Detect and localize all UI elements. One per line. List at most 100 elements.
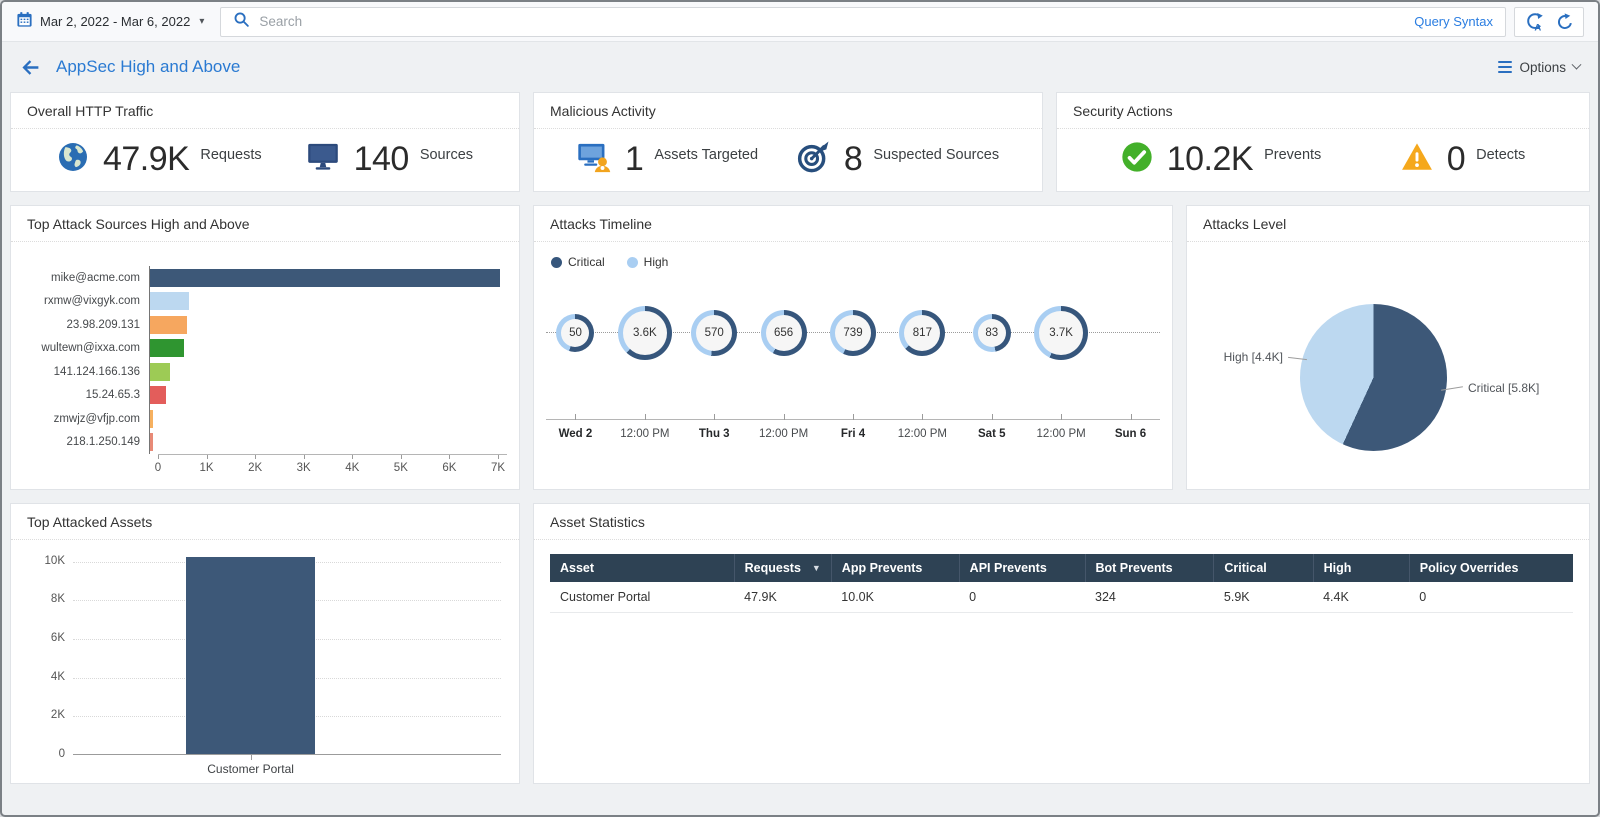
metric-value: 140 <box>354 140 409 179</box>
table-cell: 47.9K <box>734 582 831 613</box>
metric-value: 47.9K <box>103 140 189 179</box>
date-range-picker[interactable]: Mar 2, 2022 - Mar 6, 2022 ▾ <box>16 11 204 33</box>
bar[interactable] <box>150 269 500 287</box>
panel-top-attacked-assets: Top Attacked Assets 02K4K6K8K10K Custome… <box>10 503 520 784</box>
bar-category-label: mike@acme.com <box>23 272 149 284</box>
target-icon <box>796 141 830 178</box>
bar-category-label: wultewn@ixxa.com <box>23 342 149 354</box>
x-tick <box>853 414 854 420</box>
card-title: Security Actions <box>1057 93 1589 128</box>
timeline-donut[interactable]: 83 <box>973 314 1011 352</box>
metric-label: Requests <box>200 147 261 163</box>
charts-row: Top Attack Sources High and Above mike@a… <box>10 205 1590 490</box>
x-tick-label: 12:00 PM <box>898 428 947 440</box>
metric-label: Suspected Sources <box>873 147 999 163</box>
panel-title: Attacks Level <box>1187 206 1589 241</box>
table-header-row: AssetRequests▼App PreventsAPI PreventsBo… <box>550 554 1573 582</box>
bar[interactable] <box>150 433 153 451</box>
page-header: AppSec High and Above Options <box>2 42 1598 92</box>
column-header-critical[interactable]: Critical <box>1214 554 1313 582</box>
bar[interactable] <box>150 386 166 404</box>
timeline-donut[interactable]: 739 <box>830 310 876 356</box>
bar-track <box>149 360 507 384</box>
warning-icon <box>1401 142 1433 177</box>
table-cell: 324 <box>1085 582 1214 613</box>
bar-row: 141.124.166.136 <box>23 360 507 384</box>
x-tick <box>401 455 402 459</box>
bar-category-label: 141.124.166.136 <box>23 366 149 378</box>
bar-row: 23.98.209.131 <box>23 313 507 337</box>
legend-item-high[interactable]: High <box>627 255 669 269</box>
column-header-policy-overrides[interactable]: Policy Overrides <box>1409 554 1573 582</box>
search-input[interactable] <box>259 14 1405 29</box>
column-header-high[interactable]: High <box>1313 554 1409 582</box>
case-search-icon[interactable]: A <box>1524 12 1544 31</box>
y-tick-label: 6K <box>51 632 65 644</box>
x-tick-label: Sat 5 <box>978 428 1006 440</box>
column-header-asset[interactable]: Asset <box>550 554 734 582</box>
query-syntax-link[interactable]: Query Syntax <box>1414 14 1493 29</box>
column-header-bot-prevents[interactable]: Bot Prevents <box>1085 554 1214 582</box>
timeline-donut[interactable]: 50 <box>556 314 594 352</box>
refresh-icon[interactable] <box>1556 13 1574 31</box>
y-tick-label: 4K <box>51 671 65 683</box>
panel-attacks-timeline: Attacks Timeline Critical High 503.6K570… <box>533 205 1173 490</box>
x-category-label: Customer Portal <box>207 762 294 776</box>
bar-track <box>149 384 507 408</box>
metric-value: 8 <box>844 140 862 179</box>
bar[interactable] <box>150 339 184 357</box>
x-tick-label: 4K <box>345 462 359 474</box>
panel-top-attack-sources: Top Attack Sources High and Above mike@a… <box>10 205 520 490</box>
metric-assets-targeted: 1 Assets Targeted <box>577 140 758 179</box>
options-button[interactable]: Options <box>1498 60 1580 75</box>
x-tick <box>992 414 993 420</box>
timeline-donut[interactable]: 817 <box>899 310 945 356</box>
timeline-donut[interactable]: 3.7K <box>1034 306 1088 360</box>
bar[interactable] <box>150 292 189 310</box>
panel-title: Top Attacked Assets <box>11 504 519 539</box>
column-header-app-prevents[interactable]: App Prevents <box>831 554 959 582</box>
x-tick <box>1061 414 1062 420</box>
bar[interactable] <box>150 316 187 334</box>
legend-item-critical[interactable]: Critical <box>551 255 605 269</box>
bottom-row: Top Attacked Assets 02K4K6K8K10K Custome… <box>10 503 1590 784</box>
search-icon <box>233 11 250 33</box>
column-header-api-prevents[interactable]: API Prevents <box>959 554 1085 582</box>
donut-value: 3.6K <box>623 311 667 355</box>
bar-customer-portal[interactable] <box>186 557 314 754</box>
timeline-legend: Critical High <box>534 242 1172 269</box>
x-tick-label: 12:00 PM <box>759 428 808 440</box>
options-label: Options <box>1519 60 1566 75</box>
x-tick-label: Thu 3 <box>699 428 730 440</box>
donut-value: 3.7K <box>1039 311 1083 355</box>
page-title[interactable]: AppSec High and Above <box>56 57 240 77</box>
panel-attacks-level: Attacks Level High [4.4K] Critical [5.8K… <box>1186 205 1590 490</box>
timeline-donut[interactable]: 656 <box>761 310 807 356</box>
bar-category-label: 23.98.209.131 <box>23 319 149 331</box>
back-button[interactable] <box>20 57 41 78</box>
column-header-requests[interactable]: Requests▼ <box>734 554 831 582</box>
card-security-actions: Security Actions 10.2K Prevents <box>1056 92 1590 192</box>
bar-track <box>149 431 507 455</box>
attacks-level-pie[interactable] <box>1300 304 1447 451</box>
y-tick-label: 2K <box>51 709 65 721</box>
panel-asset-statistics: Asset Statistics AssetRequests▼App Preve… <box>533 503 1590 784</box>
x-tick <box>207 455 208 459</box>
bar[interactable] <box>150 410 153 428</box>
pie-label-critical: Critical [5.8K] <box>1468 381 1539 395</box>
card-title: Overall HTTP Traffic <box>11 93 519 128</box>
asset-statistics-table: AssetRequests▼App PreventsAPI PreventsBo… <box>550 554 1573 613</box>
svg-text:A: A <box>1534 23 1541 31</box>
metric-requests: 47.9K Requests <box>57 140 262 179</box>
x-tick <box>158 455 159 459</box>
metric-value: 1 <box>625 140 643 179</box>
metric-value: 0 <box>1447 140 1465 179</box>
timeline-donut[interactable]: 570 <box>691 310 737 356</box>
x-tick-label: 0 <box>155 462 161 474</box>
timeline-donut[interactable]: 3.6K <box>618 306 672 360</box>
bar[interactable] <box>150 363 170 381</box>
metric-label: Assets Targeted <box>654 147 758 163</box>
bar-track <box>149 313 507 337</box>
y-axis-labels: 02K4K6K8K10K <box>21 554 73 755</box>
table-row[interactable]: Customer Portal47.9K10.0K03245.9K4.4K0 <box>550 582 1573 613</box>
